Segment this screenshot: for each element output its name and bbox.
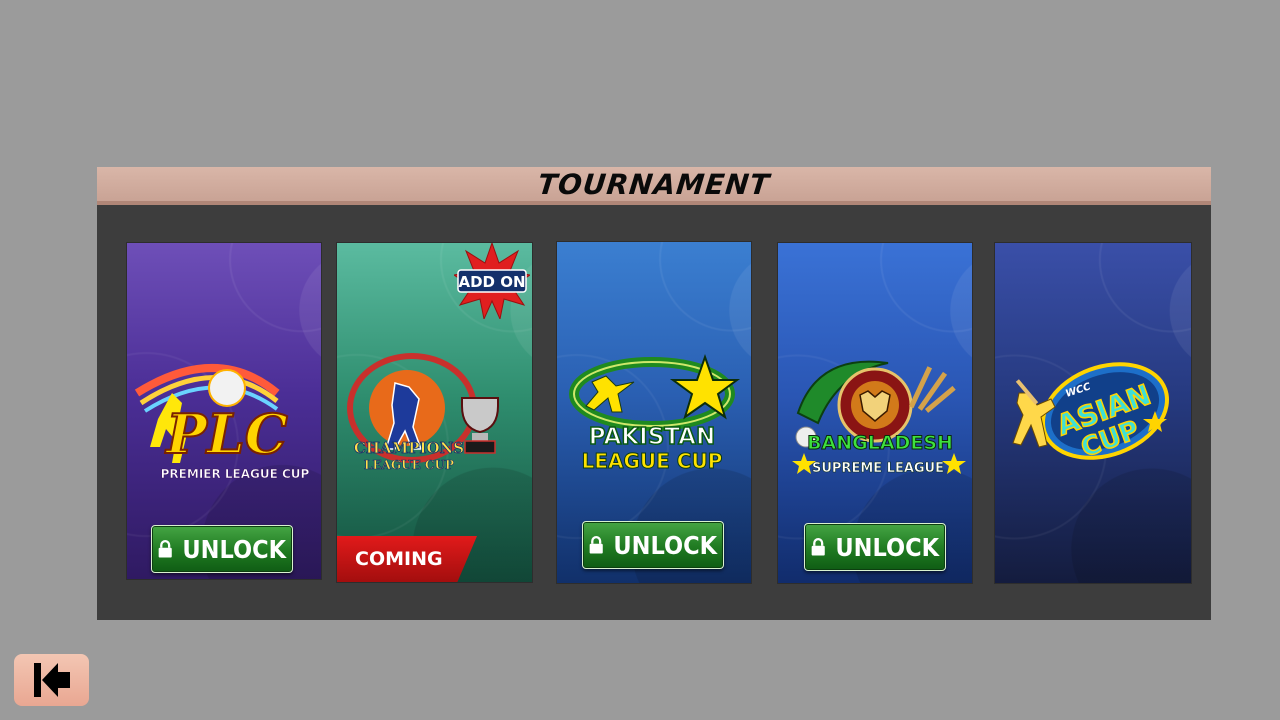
champions-logo-subtitle: LEAGUE CUP <box>364 458 454 472</box>
plc-logo-subtitle: PREMIER LEAGUE CUP <box>161 467 310 481</box>
pakistan-logo-text: PAKISTAN <box>589 424 715 450</box>
back-button[interactable] <box>14 654 89 706</box>
unlock-label: UNLOCK <box>613 530 717 560</box>
champions-logo: CHAMPIONS LEAGUE CUP <box>337 353 532 493</box>
lock-icon <box>158 540 172 558</box>
unlock-label: UNLOCK <box>182 534 286 564</box>
plc-logo-text: PLC <box>164 402 288 466</box>
tournament-card-champions[interactable]: ADD ON CHAMPIONS LEAGUE CUP COMING SOON <box>337 243 532 582</box>
tournament-card-bangladesh[interactable]: BANGLADESH SUPREME LEAGUE UNLOCK <box>778 243 972 583</box>
plc-logo: PLC PREMIER LEAGUE CUP <box>127 353 321 493</box>
lock-icon <box>589 536 603 554</box>
tournament-card-pakistan[interactable]: PAKISTAN LEAGUE CUP UNLOCK <box>557 242 751 583</box>
pakistan-logo: PAKISTAN LEAGUE CUP <box>557 352 751 492</box>
coming-soon-banner: COMING SOON <box>337 536 477 582</box>
unlock-label: UNLOCK <box>835 532 939 562</box>
bangladesh-logo: BANGLADESH SUPREME LEAGUE <box>778 353 972 493</box>
unlock-button-plc[interactable]: UNLOCK <box>151 525 293 573</box>
add-on-badge: ADD ON <box>454 243 530 319</box>
unlock-button-pakistan[interactable]: UNLOCK <box>582 521 724 569</box>
back-to-start-icon <box>33 663 70 697</box>
bangladesh-logo-subtitle: SUPREME LEAGUE <box>812 461 944 476</box>
tournament-card-asian-cup[interactable]: WCC ASIAN CUP <box>995 243 1191 583</box>
pakistan-logo-subtitle: LEAGUE CUP <box>582 449 723 473</box>
panel-header: TOURNAMENT <box>97 167 1211 205</box>
lock-icon <box>811 538 825 556</box>
bangladesh-logo-text: BANGLADESH <box>807 432 953 454</box>
unlock-button-bangladesh[interactable]: UNLOCK <box>804 523 946 571</box>
asian-cup-logo: WCC ASIAN CUP <box>995 353 1191 493</box>
champions-logo-text: CHAMPIONS <box>354 439 464 457</box>
page-title: TOURNAMENT <box>536 168 772 201</box>
tournament-card-plc[interactable]: PLC PREMIER LEAGUE CUP UNLOCK <box>127 243 321 579</box>
add-on-text: ADD ON <box>458 273 525 291</box>
